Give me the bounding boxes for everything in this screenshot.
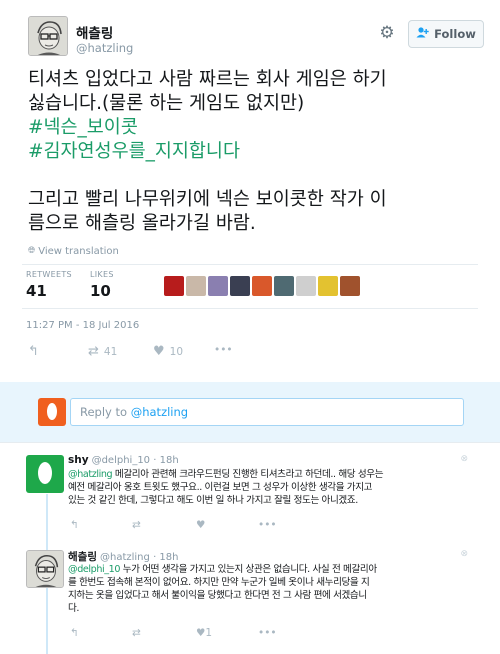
avatar[interactable]: [28, 16, 68, 56]
mention-link[interactable]: @delphi_10: [68, 564, 120, 575]
heart-icon[interactable]: ♥: [196, 519, 205, 531]
add-user-icon: [416, 27, 429, 41]
reply-handle[interactable]: @delphi_10: [92, 455, 150, 466]
tweet-text-line: 름으로 해츨링 올라가길 바람.: [28, 213, 256, 234]
liker-avatar[interactable]: [252, 276, 272, 296]
liker-avatars: [164, 276, 360, 296]
avatar[interactable]: [26, 550, 64, 588]
tweet-actions: ↰ ⇄ 41 ♥ 10 •••: [22, 334, 478, 374]
user-handle[interactable]: @hatzling: [76, 41, 133, 55]
tweet-text-line: 티셔츠 입었다고 사람 짜르는 회사 게임은 하기: [28, 69, 387, 90]
reply-actions: ↰ ⇄ ♥ 1 •••: [68, 627, 308, 641]
reply-text-line: 있는 것 같긴 한데, 그렇다고 해도 이번 일 하나 가지고 잘릴 정도는 아…: [68, 495, 358, 506]
retweet-icon: ⇄: [88, 344, 99, 359]
reply-author[interactable]: 해츨링: [68, 551, 97, 563]
tweet-header: 해츨링 @hatzling ⚙ Follow: [22, 0, 484, 68]
reply-text-line: 를 한번도 접속해 본적이 없어요. 하지만 만약 누군가 일베 옷이나 새누리…: [68, 577, 370, 588]
retweets-label: RETWEETS: [26, 270, 72, 279]
like-button[interactable]: ♥ 10: [153, 344, 183, 359]
liker-avatar[interactable]: [208, 276, 228, 296]
reply-placeholder: Reply to: [80, 405, 131, 419]
more-icon[interactable]: •••: [258, 519, 277, 531]
hashtag-link[interactable]: #넥슨_보이콧: [28, 116, 470, 140]
hashtag-link[interactable]: #김자연성우를_지지합니다: [28, 140, 470, 164]
reply-text-line: 메갈리아 관련해 크라우드펀딩 진행한 티셔츠라고 하던데.. 해당 성우는: [112, 469, 384, 480]
reply-text-line: 다.: [68, 603, 80, 614]
retweets-count: 41: [26, 282, 47, 300]
reply-icon: ↰: [28, 344, 39, 359]
liker-avatar[interactable]: [274, 276, 294, 296]
reply-handle[interactable]: @hatzling: [100, 552, 150, 563]
divider: [0, 442, 500, 443]
reply-author[interactable]: shy: [68, 454, 89, 466]
reply-time[interactable]: · 18h: [153, 552, 178, 563]
more-icon[interactable]: •••: [258, 627, 277, 639]
text-spacer: [28, 164, 470, 188]
reply-meta: 해츨링 @hatzling · 18h: [68, 549, 178, 564]
reply-button[interactable]: ↰: [28, 344, 39, 359]
reply-text: @delphi_10 누가 어떤 생각을 가지고 있는지 상관은 없습니다. 사…: [68, 563, 470, 615]
liker-avatar[interactable]: [230, 276, 250, 296]
reply-time[interactable]: · 18h: [153, 455, 178, 466]
retweet-icon[interactable]: ⇄: [132, 519, 141, 531]
liker-avatar[interactable]: [186, 276, 206, 296]
globe-icon: 🌐︎: [28, 246, 36, 256]
mention-link[interactable]: @hatzling: [68, 469, 113, 480]
reply-composer: Reply to @hatzling: [0, 382, 500, 442]
reply-icon[interactable]: ↰: [70, 627, 79, 639]
follow-button[interactable]: Follow: [408, 20, 484, 48]
reply-meta: shy @delphi_10 · 18h: [68, 454, 179, 466]
likes-count: 10: [90, 282, 111, 300]
reply-text-line: 누가 어떤 생각을 가지고 있는지 상관은 없습니다. 사실 전 메갈리아: [120, 564, 377, 575]
follow-label: Follow: [434, 27, 476, 41]
retweet-button[interactable]: ⇄ 41: [88, 344, 117, 359]
liker-avatar[interactable]: [318, 276, 338, 296]
view-translation-link[interactable]: 🌐︎ View translation: [28, 244, 478, 258]
more-icon: •••: [214, 344, 233, 356]
tweet-text-line: 싫습니다.(물론 하는 게임도 없지만): [28, 93, 305, 114]
likes-label: LIKES: [90, 270, 114, 279]
reply-placeholder-handle: @hatzling: [130, 405, 189, 419]
dismiss-icon[interactable]: ⊗: [460, 549, 468, 559]
liker-avatar[interactable]: [164, 276, 184, 296]
like-count: 10: [169, 345, 184, 358]
dismiss-icon[interactable]: ⊗: [460, 454, 468, 464]
reply-icon[interactable]: ↰: [70, 519, 79, 531]
like-button[interactable]: ♥ 1: [196, 627, 212, 639]
heart-icon: ♥: [153, 344, 165, 359]
reply-actions: ↰ ⇄ ♥ •••: [68, 519, 308, 533]
retweets-stat[interactable]: RETWEETS 41: [26, 270, 72, 300]
liker-avatar[interactable]: [296, 276, 316, 296]
liker-avatar[interactable]: [340, 276, 360, 296]
tweet-timestamp[interactable]: 11:27 PM - 18 Jul 2016: [26, 320, 478, 334]
gear-icon[interactable]: ⚙: [378, 24, 396, 42]
more-button[interactable]: •••: [214, 344, 233, 356]
tweet-text: 티셔츠 입었다고 사람 짜르는 회사 게임은 하기 싫습니다.(물론 하는 게임…: [22, 68, 478, 236]
retweet-count: 41: [103, 345, 118, 358]
like-count: 1: [205, 627, 213, 639]
likes-stat[interactable]: LIKES 10: [90, 270, 114, 300]
tweet-text-line: 그리고 빨리 나무위키에 넥슨 보이콧한 작가 이: [28, 189, 387, 210]
tweet-stats: RETWEETS 41 LIKES 10: [22, 264, 478, 309]
avatar-sketch-icon: [27, 551, 63, 587]
reply-input[interactable]: Reply to @hatzling: [70, 398, 464, 426]
reply-text: @hatzling 메갈리아 관련해 크라우드펀딩 진행한 티셔츠라고 하던데.…: [68, 468, 470, 507]
view-translation-label: View translation: [38, 245, 119, 257]
display-name[interactable]: 해츨링: [76, 22, 113, 42]
reply-thread: shy @delphi_10 · 18h ⊗ @hatzling 메갈리아 관련해…: [0, 442, 500, 654]
avatar[interactable]: [26, 455, 64, 493]
retweet-icon[interactable]: ⇄: [132, 627, 141, 639]
main-tweet: 해츨링 @hatzling ⚙ Follow 티셔츠 입었다고 사람 짜르는 회…: [0, 0, 500, 374]
avatar-sketch-icon: [29, 17, 67, 55]
own-avatar: [38, 398, 66, 426]
reply-text-line: 지하는 옷을 입었다고 해서 불이익을 당했다고 한다면 전 그 사람 편에 서…: [68, 590, 367, 601]
reply-text-line: 예전 메갈리아 옹호 트윗도 했구요.. 이런걸 보면 그 성우가 이상한 생각…: [68, 482, 373, 493]
